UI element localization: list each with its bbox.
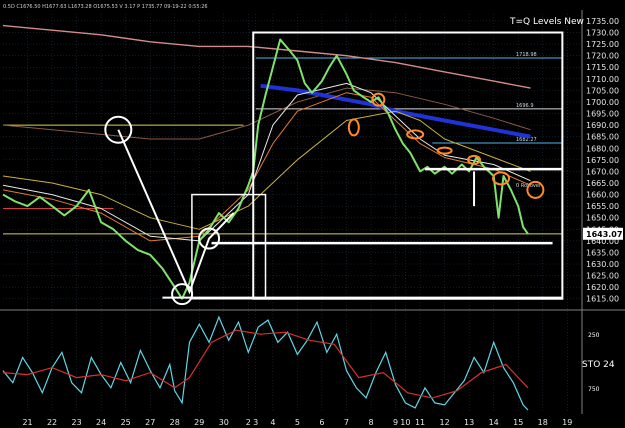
x-tick-label: 3 [253,418,258,427]
y-tick-label: 1710.00 [586,75,619,84]
level-label: 1718.98 [516,52,537,58]
x-tick-label: 11 [415,418,425,427]
y-tick-label: 1625.00 [586,272,619,281]
x-tick-label: 22 [47,418,57,427]
chart-canvas: 1718.981696.91682.270 Rollover STO 24250… [0,0,625,428]
chart-background [0,0,625,428]
x-tick-label: 27 [145,418,155,427]
y-tick-label: 1655.00 [586,202,619,211]
x-tick-label: 13 [464,418,474,427]
x-tick-label: 15 [513,418,523,427]
y-tick-label: 1635.00 [586,248,619,257]
y-tick-label: 1615.00 [586,295,619,304]
y-tick-label: 1695.00 [586,110,619,119]
x-tick-label: 24 [96,418,106,427]
x-tick-label: 29 [194,418,204,427]
x-tick-label: 23 [72,418,82,427]
y-tick-label: 1730.00 [586,29,619,38]
stochastic-tick-label: 250 [588,332,600,339]
y-tick-label: 1650.00 [586,214,619,223]
x-tick-label: 6 [319,418,324,427]
stochastic-tick-label: 750 [588,386,600,393]
y-tick-label: 1665.00 [586,179,619,188]
x-tick-label: 9 [393,418,398,427]
x-tick-label: 5 [295,418,300,427]
y-tick-label: 1680.00 [586,144,619,153]
x-tick-label: 8 [368,418,373,427]
y-tick-label: 1705.00 [586,86,619,95]
x-tick-label: 14 [489,418,499,427]
x-tick-label: 12 [440,418,450,427]
y-tick-label: 1670.00 [586,167,619,176]
y-tick-label: 1685.00 [586,133,619,142]
chart-title: T=Q Levels New [509,17,584,27]
y-tick-label: 1700.00 [586,98,619,107]
y-tick-label: 1715.00 [586,63,619,72]
y-tick-label: 1620.00 [586,283,619,292]
stochastic-label: STO 24 [582,360,615,370]
y-tick-label: 1725.00 [586,40,619,49]
y-tick-label: 1690.00 [586,121,619,130]
x-tick-label: 7 [344,418,349,427]
x-tick-label: 25 [121,418,131,427]
level-label: 1696.9 [516,103,534,109]
y-tick-label: 1720.00 [586,52,619,61]
x-tick-label: 18 [538,418,548,427]
y-tick-label: 1630.00 [586,260,619,269]
x-tick-label: 19 [562,418,572,427]
x-tick-label: 4 [270,418,275,427]
x-tick-label: 28 [170,418,180,427]
x-tick-label: 21 [22,418,32,427]
y-tick-label: 1735.00 [586,17,619,26]
x-tick-label: 30 [219,418,229,427]
x-tick-label: 10 [400,418,410,427]
last-price-label: 1643.07 [586,230,622,239]
x-tick-label: 2 [246,418,251,427]
y-tick-label: 1660.00 [586,191,619,200]
y-tick-label: 1675.00 [586,156,619,165]
header-info: 0.5D C1676.50 H1677.63 L1673.28 O1675.53… [3,4,208,10]
